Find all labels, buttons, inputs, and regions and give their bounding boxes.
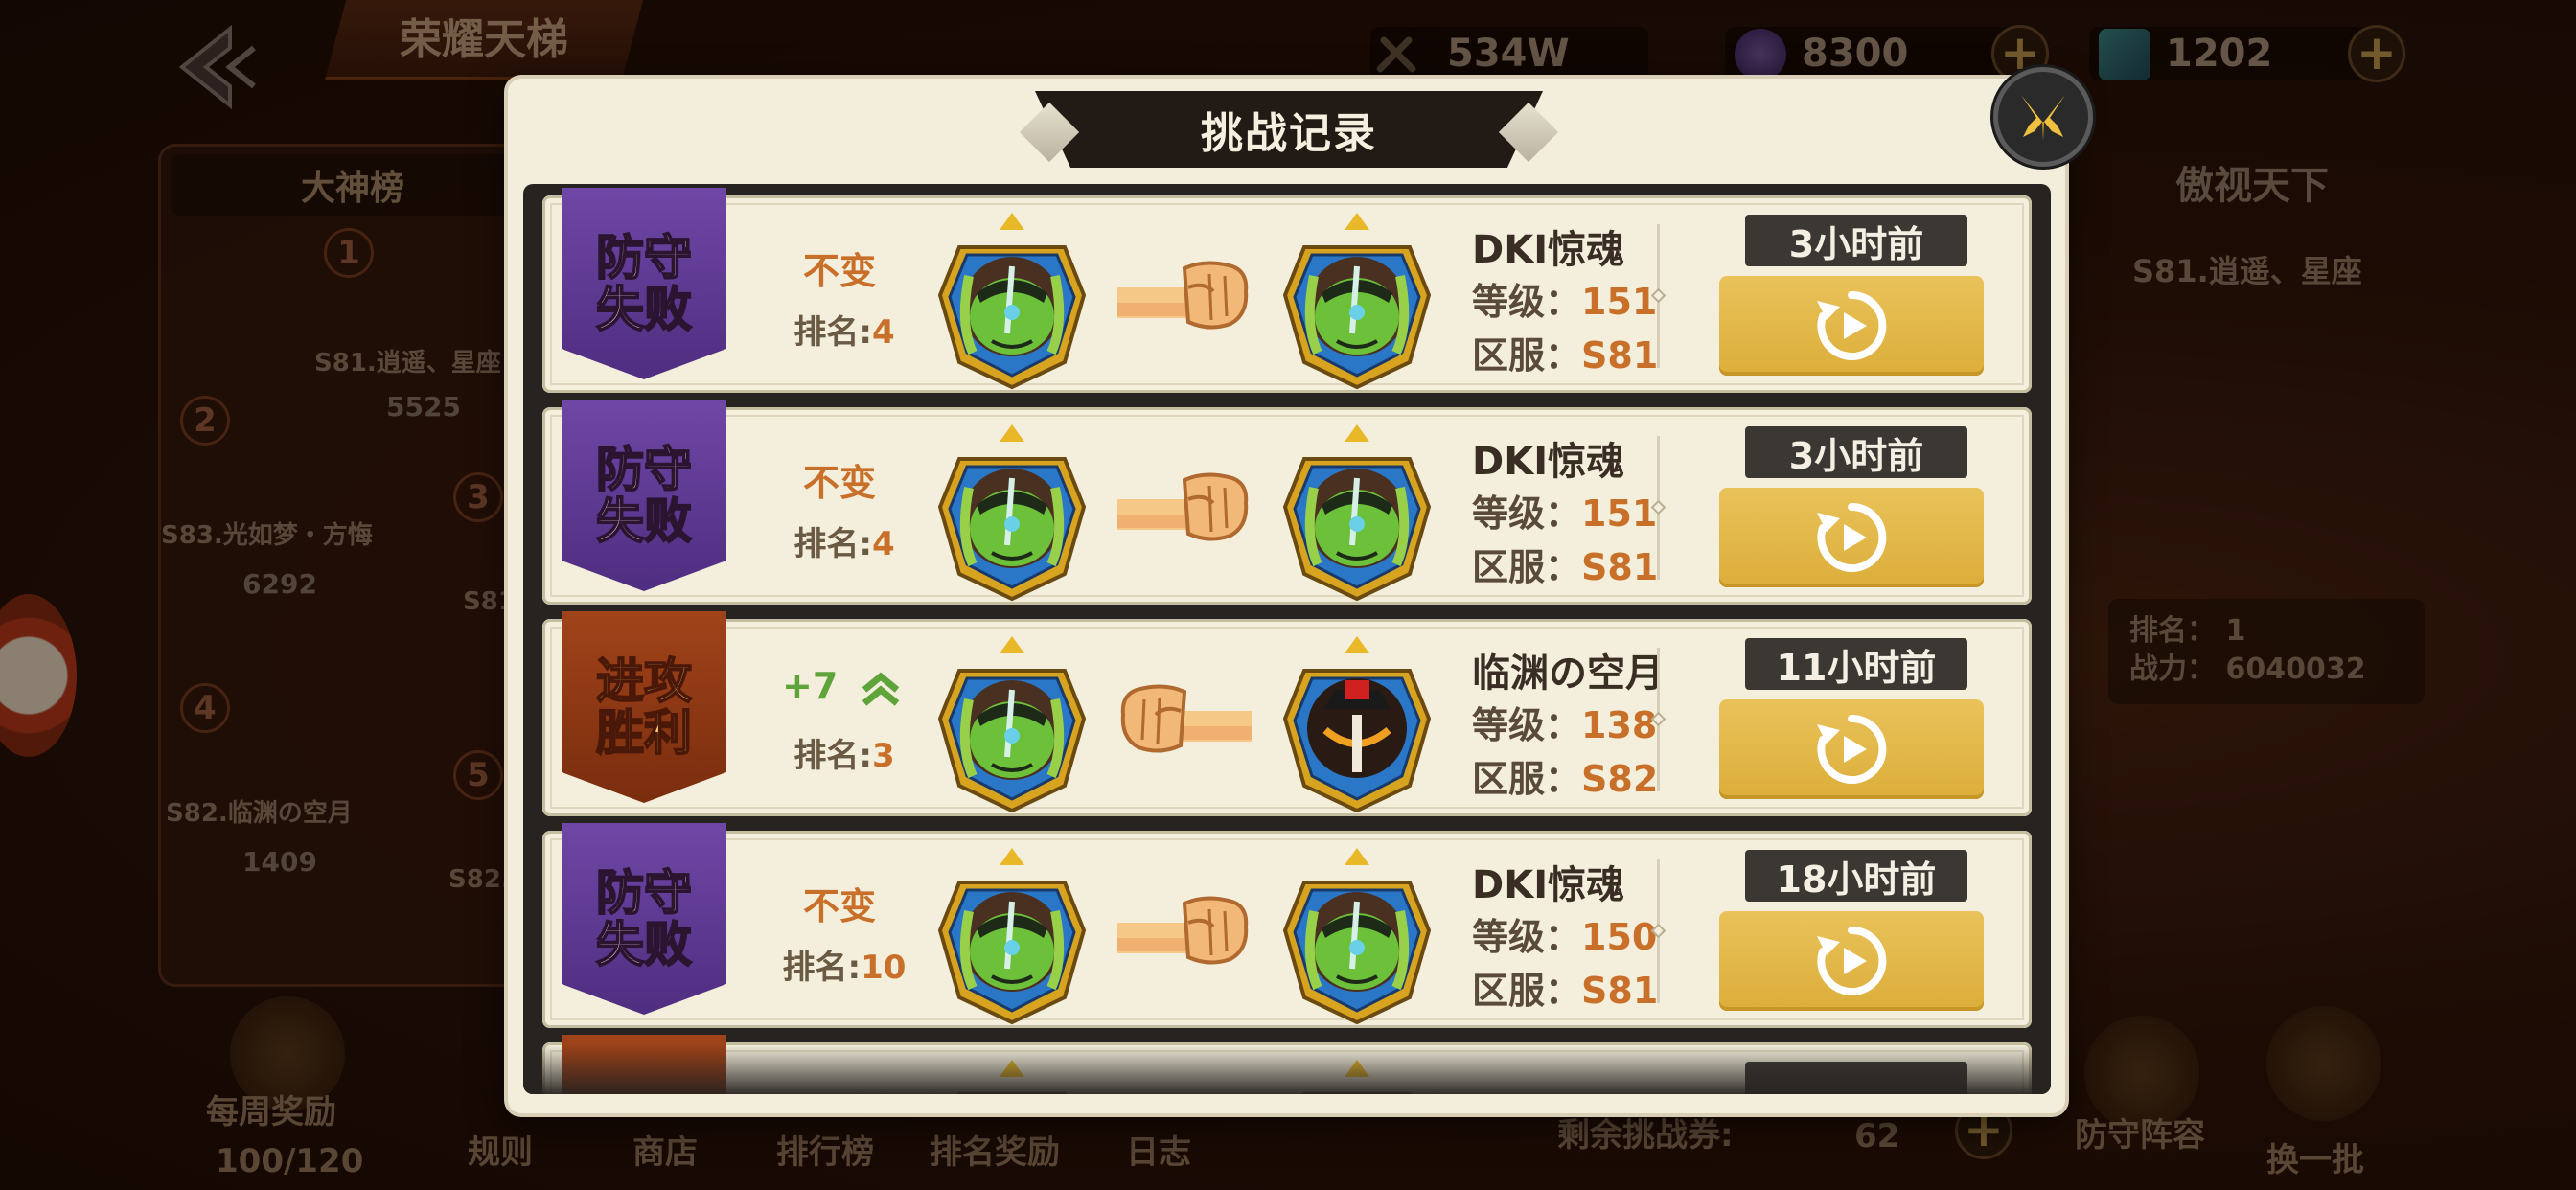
server-label: 区服： [1472, 334, 1582, 377]
opponent-server: 区服：S81 [1472, 538, 1658, 590]
hero-avatar-icon[interactable] [931, 844, 1093, 1026]
time-label: 3小时前 [1745, 215, 1967, 266]
close-x-icon [2021, 95, 2065, 141]
record-row: 防守失败 不变 排名:4 DKI惊魂 等级：151 区服：S81 3小时前 [542, 400, 2032, 605]
opponent-server: 区服：S81 [1472, 961, 1658, 1014]
opponent-level: 等级：150 [1472, 907, 1657, 960]
rank-line: 排名:10 [763, 941, 926, 988]
level-value: 150 [1581, 916, 1658, 958]
opponent-server: 区服：S82 [1472, 749, 1658, 802]
server-label: 区服： [1472, 546, 1582, 588]
replay-button[interactable] [1719, 699, 1984, 799]
rank-value: 4 [871, 525, 895, 563]
server-value: S82 [1581, 758, 1659, 800]
level-value: 138 [1581, 704, 1658, 746]
hero-avatar-icon[interactable] [931, 421, 1093, 603]
server-label: 区服： [1472, 758, 1582, 800]
result-badge: 防守失败 [562, 188, 726, 379]
result-badge: 防守失败 [562, 400, 726, 591]
server-value: S81 [1581, 334, 1659, 377]
server-label: 区服： [1472, 970, 1582, 1012]
opponent-name: 临渊の空月 [1472, 652, 1664, 696]
opponent-name: DKI惊魂 [1472, 440, 1625, 484]
replay-button[interactable] [1719, 276, 1984, 376]
rank-line: 排名:3 [763, 729, 926, 776]
rank-change: 不变 [802, 250, 876, 292]
fist-icon [1117, 888, 1252, 974]
rank-label: 排名: [794, 525, 872, 563]
fist-icon [1117, 676, 1252, 763]
fist-icon [1117, 465, 1252, 551]
result-badge: 防守失败 [562, 823, 726, 1015]
rank-value: 4 [871, 313, 895, 352]
rank-value: 3 [871, 737, 895, 775]
hero-avatar-icon[interactable] [1276, 632, 1438, 814]
close-button[interactable] [1993, 67, 2093, 167]
replay-button[interactable] [1719, 488, 1984, 587]
result-text: 进攻胜利 [595, 653, 693, 761]
hero-avatar-icon[interactable] [931, 632, 1093, 814]
level-label: 等级： [1472, 281, 1582, 323]
rank-label: 排名: [782, 949, 862, 987]
hero-avatar-icon[interactable] [931, 209, 1093, 391]
replay-icon [1817, 290, 1887, 360]
rank-label: 排名: [794, 313, 872, 352]
level-label: 等级： [1472, 916, 1582, 958]
level-value: 151 [1581, 281, 1658, 323]
opponent-name: DKI惊魂 [1472, 228, 1625, 272]
time-label: 11小时前 [1745, 638, 1967, 690]
opponent-level: 等级：138 [1472, 696, 1657, 748]
list-bottom-fade [523, 1044, 2051, 1094]
hero-avatar-icon[interactable] [1276, 209, 1438, 391]
rank-change: 不变 [802, 462, 876, 504]
hero-avatar-icon[interactable] [1276, 421, 1438, 603]
opponent-name: DKI惊魂 [1472, 863, 1625, 907]
record-row: 进攻胜利 +7 排名:3 临渊の空月 等级：138 区服：S82 11小时前 [542, 611, 2032, 816]
level-label: 等级： [1472, 492, 1582, 535]
level-label: 等级： [1472, 704, 1582, 746]
fist-icon [1117, 253, 1252, 339]
rank-value: 10 [861, 949, 907, 987]
result-text: 防守失败 [595, 865, 693, 973]
rank-line: 排名:4 [763, 306, 926, 353]
server-value: S81 [1581, 970, 1659, 1012]
replay-icon [1817, 714, 1887, 784]
double-chevron-up-icon [862, 672, 900, 706]
rank-change: 不变 [802, 885, 876, 927]
modal-title: 挑战记录 [1201, 109, 1377, 158]
hero-avatar-icon[interactable] [1276, 844, 1438, 1026]
record-row: 防守失败 不变 排名:4 DKI惊魂 等级：151 区服：S81 3小时前 [542, 188, 2032, 393]
opponent-level: 等级：151 [1472, 272, 1657, 325]
replay-icon [1817, 502, 1887, 572]
opponent-server: 区服：S81 [1472, 326, 1658, 378]
time-label: 3小时前 [1745, 426, 1967, 478]
level-value: 151 [1581, 492, 1658, 535]
replay-icon [1817, 926, 1887, 995]
record-list[interactable]: 防守失败 不变 排名:4 DKI惊魂 等级：151 区服：S81 3小时前 防守… [523, 184, 2051, 1094]
result-text: 防守失败 [595, 442, 693, 549]
replay-button[interactable] [1719, 911, 1984, 1011]
result-text: 防守失败 [595, 230, 693, 337]
opponent-level: 等级：151 [1472, 484, 1657, 537]
result-badge: 进攻胜利 [562, 611, 726, 803]
rank-label: 排名: [794, 737, 872, 775]
time-label: 18小时前 [1745, 850, 1967, 902]
rank-line: 排名:4 [763, 517, 926, 564]
record-row: 防守失败 不变 排名:10 DKI惊魂 等级：150 区服：S81 18小时前 [542, 823, 2032, 1028]
server-value: S81 [1581, 546, 1659, 588]
